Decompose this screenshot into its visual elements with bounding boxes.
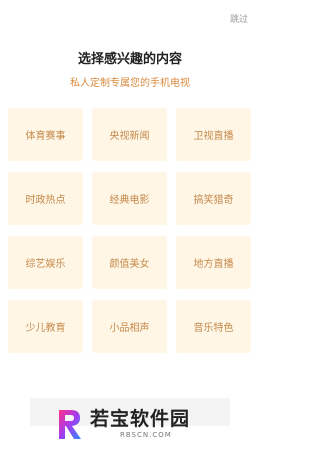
- interest-tile[interactable]: 时政热点: [8, 172, 83, 225]
- interest-tile[interactable]: 少儿教育: [8, 300, 83, 353]
- interest-tile[interactable]: 经典电影: [92, 172, 167, 225]
- skip-button[interactable]: 跳过: [230, 12, 248, 25]
- watermark-logo-icon: [59, 410, 81, 439]
- page-title: 选择感兴趣的内容: [77, 52, 182, 67]
- interest-tile[interactable]: 搞笑猎奇: [176, 172, 251, 225]
- interest-tile[interactable]: 小品相声: [92, 300, 167, 353]
- page-subtitle: 私人定制专属您的手机电视: [70, 78, 190, 89]
- interest-tile[interactable]: 音乐特色: [176, 300, 251, 353]
- interest-tile[interactable]: 央视新闻: [92, 108, 167, 161]
- watermark-title: 若宝软件园: [90, 408, 191, 430]
- interest-tile[interactable]: 颜值美女: [92, 236, 167, 289]
- interest-tile[interactable]: 体育赛事: [8, 108, 83, 161]
- watermark: 若宝软件园 RBSCN.COM: [54, 404, 244, 444]
- interest-tile[interactable]: 卫视直播: [176, 108, 251, 161]
- interest-grid: 体育赛事 央视新闻 卫视直播 时政热点 经典电影 搞笑猎奇 综艺娱乐 颜值美女 …: [8, 108, 252, 353]
- watermark-url: RBSCN.COM: [120, 431, 172, 439]
- interest-tile[interactable]: 综艺娱乐: [8, 236, 83, 289]
- interest-tile[interactable]: 地方直播: [176, 236, 251, 289]
